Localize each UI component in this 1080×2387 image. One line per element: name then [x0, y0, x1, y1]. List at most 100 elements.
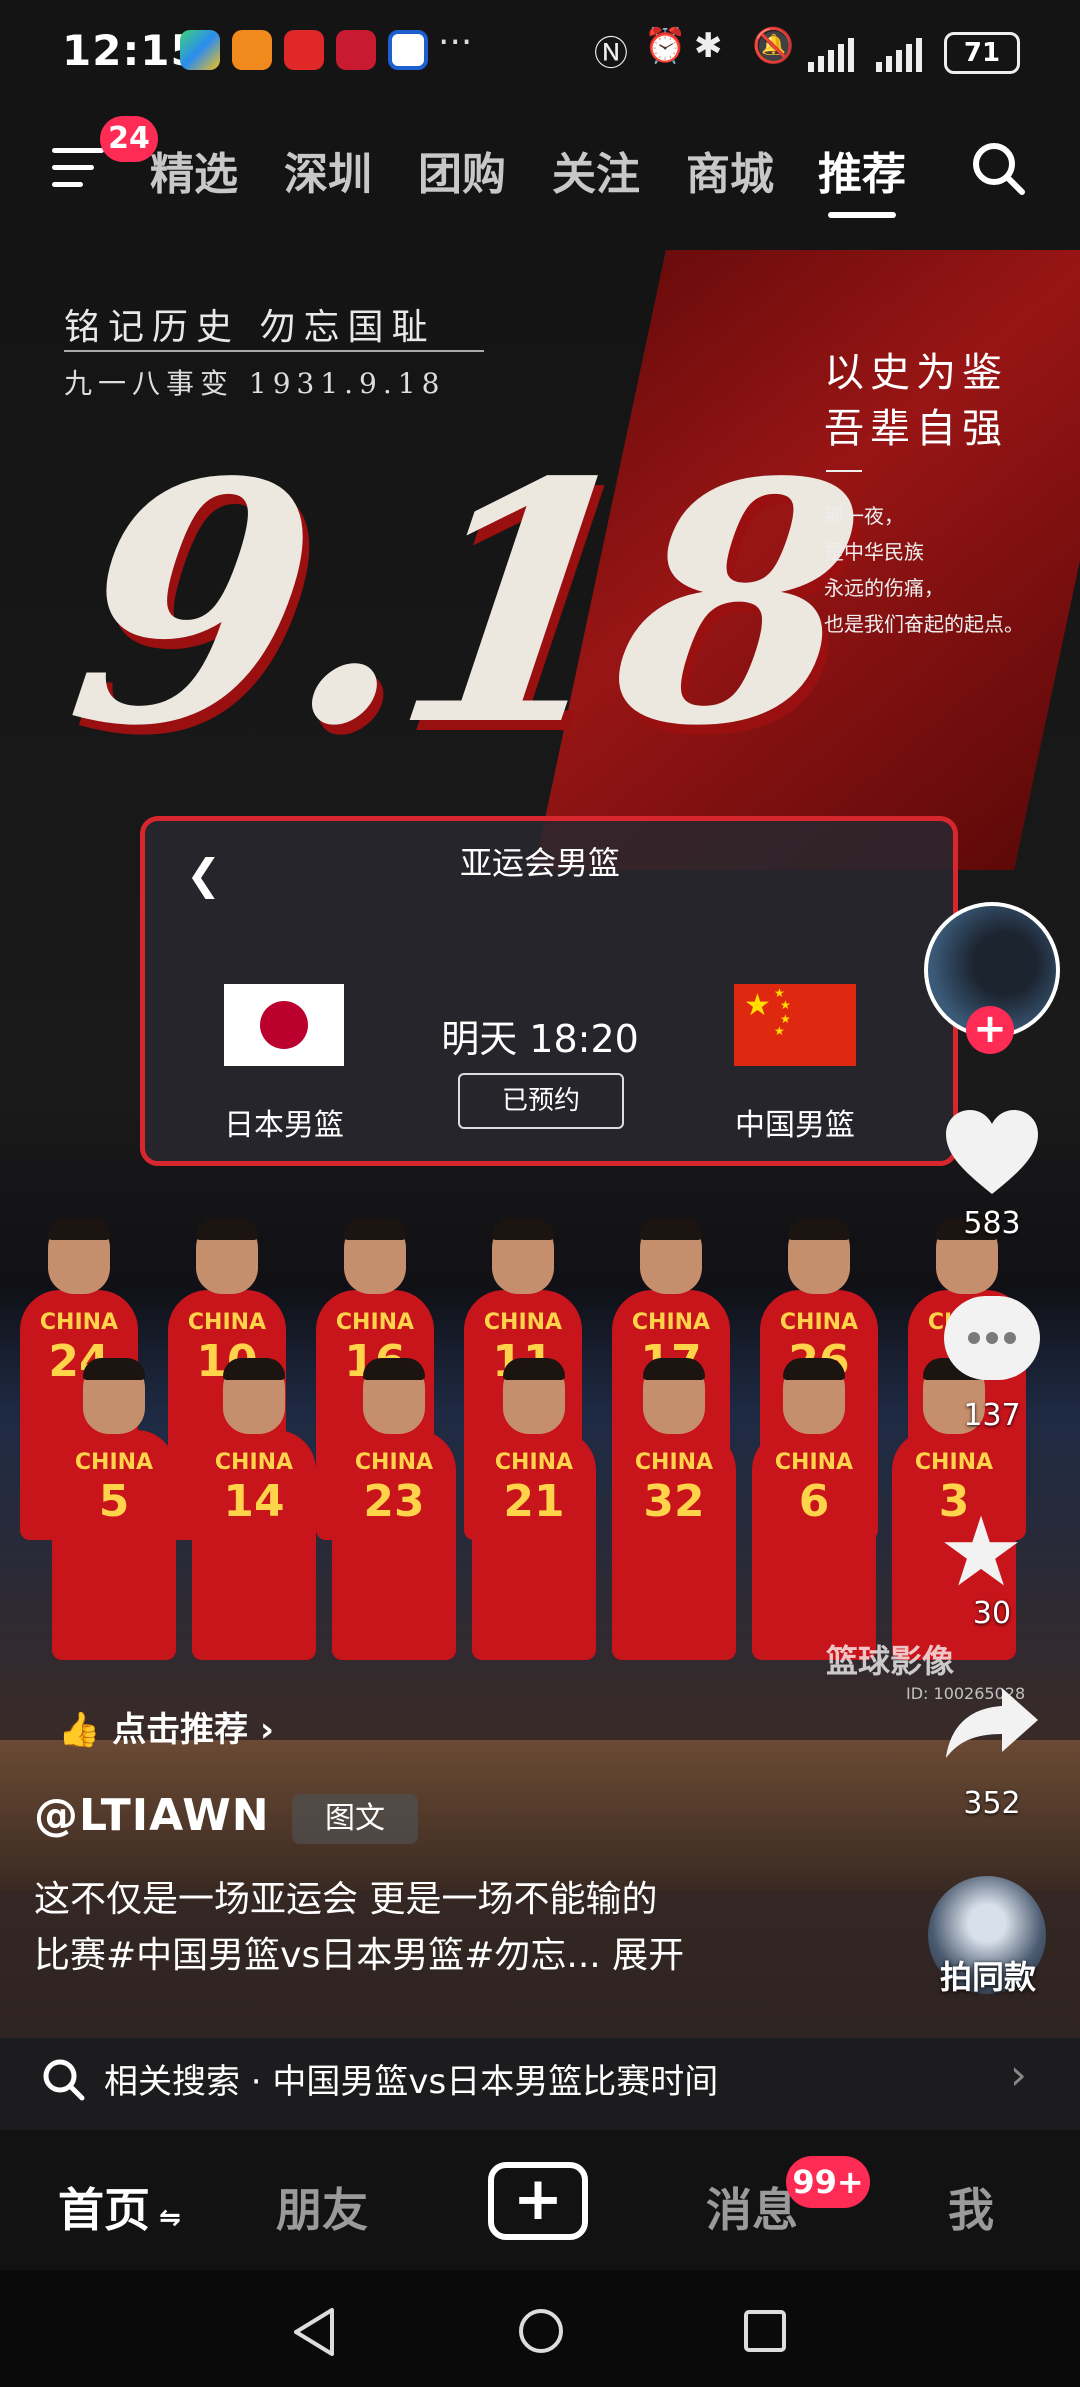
same-style-button[interactable]: 拍同款 [908, 1952, 1068, 1998]
player-head [48, 1218, 110, 1294]
poster-right-title: 吾辈自强 [824, 406, 1008, 452]
player-jersey: CHINA 6 [752, 1358, 876, 1660]
mute-icon: 🔕 [752, 26, 795, 66]
thumbs-up-icon: 👍 [58, 1710, 101, 1750]
poster-date-graphic: 9.18 [52, 410, 871, 798]
nfc-icon: Ⓝ [594, 34, 628, 74]
signal-icon [874, 38, 930, 76]
match-time: 明天 18:20 [441, 1017, 639, 1061]
player-jersey: CHINA 5 [52, 1358, 176, 1660]
signal-icon [806, 38, 862, 76]
menu-icon[interactable] [52, 148, 104, 192]
jersey-text: CHINA [335, 1310, 415, 1335]
share-count: 352 [963, 1786, 1021, 1821]
follow-plus-icon[interactable]: + [966, 1006, 1014, 1054]
jersey-number: 23 [363, 1476, 425, 1527]
post-type-badge: 图文 [292, 1794, 418, 1844]
caption-line[interactable]: 比赛#中国男篮vs日本男篮#勿忘... 展开 [34, 1928, 864, 1984]
jersey-text: CHINA [494, 1450, 574, 1475]
jersey-number: 32 [643, 1476, 705, 1527]
tab-featured[interactable]: 精选 [150, 138, 238, 202]
comment-count: 137 [963, 1398, 1021, 1433]
player-head [640, 1218, 702, 1294]
nav-home[interactable]: 首页 ⇋ [58, 2174, 181, 2240]
create-plus-button[interactable]: + [488, 2162, 588, 2240]
app-notification-icon [180, 30, 220, 70]
messages-badge: 99+ [786, 2156, 870, 2208]
tab-recommended[interactable]: 推荐 [818, 138, 906, 202]
booked-button[interactable]: 已预约 [458, 1073, 624, 1129]
favorite-count: 30 [972, 1596, 1012, 1631]
app-notification-icon [232, 30, 272, 70]
player-head [363, 1358, 425, 1434]
left-team-name: 日本男篮 [224, 1108, 344, 1143]
tab-mall[interactable]: 商城 [686, 138, 774, 202]
player-jersey: CHINA 23 [332, 1358, 456, 1660]
more-notifications-icon: ··· [438, 22, 473, 63]
jersey-text: CHINA [634, 1450, 714, 1475]
tab-shenzhen[interactable]: 深圳 [284, 138, 372, 202]
poster-right-divider [826, 470, 862, 472]
tab-following[interactable]: 关注 [552, 138, 640, 202]
favorite-star-icon[interactable]: ★ [938, 1496, 1024, 1608]
chevron-right-icon: › [260, 1710, 275, 1750]
player-head [83, 1358, 145, 1434]
jersey-text: CHINA [483, 1310, 563, 1335]
app-notification-icon [336, 30, 376, 70]
jersey-number: 5 [98, 1476, 130, 1527]
like-heart-icon[interactable] [942, 1108, 1042, 1198]
related-search-text: 相关搜索 · 中国男篮vs日本男篮比赛时间 [104, 2062, 719, 2102]
back-triangle-icon[interactable] [290, 2306, 338, 2362]
jersey-text: CHINA [74, 1450, 154, 1475]
nav-messages[interactable]: 消息 [706, 2174, 798, 2240]
poster-divider [64, 350, 484, 352]
poster-right-title: 以史为鉴 [824, 350, 1008, 396]
right-team-name: 中国男篮 [735, 1108, 855, 1143]
active-tab-indicator [828, 212, 896, 218]
jersey-text: CHINA [214, 1450, 294, 1475]
player-jersey: CHINA 32 [612, 1358, 736, 1660]
poster-right-line: 也是我们奋起的起点。 [824, 612, 1024, 636]
player-head [783, 1358, 845, 1434]
recommend-button[interactable]: 👍 点击推荐 › [58, 1702, 274, 1751]
player-head [223, 1358, 285, 1434]
home-circle-icon[interactable] [516, 2306, 566, 2360]
poster-headline: 铭记历史 勿忘国耻 [64, 307, 436, 348]
plus-icon: + [512, 2164, 564, 2234]
player-head [503, 1358, 565, 1434]
player-jersey: CHINA 14 [192, 1358, 316, 1660]
tab-group-buy[interactable]: 团购 [418, 138, 506, 202]
player-head [492, 1218, 554, 1294]
match-card-title: 亚运会男篮 [459, 844, 620, 882]
chevron-right-icon: › [1010, 2050, 1027, 2099]
nav-me[interactable]: 我 [948, 2174, 994, 2240]
share-arrow-icon[interactable] [944, 1684, 1040, 1760]
search-icon [42, 2058, 86, 2106]
player-head [643, 1358, 705, 1434]
author-name[interactable]: @LTIAWN [34, 1790, 270, 1841]
like-count: 583 [963, 1206, 1021, 1241]
nav-friends[interactable]: 朋友 [276, 2174, 368, 2240]
caption-line[interactable]: 这不仅是一场亚运会 更是一场不能输的 [34, 1872, 864, 1928]
recents-square-icon[interactable] [742, 2308, 788, 2358]
poster-subline: 九一八事变 1931.9.18 [64, 367, 446, 400]
bluetooth-icon: ✱ [694, 26, 723, 66]
battery-icon: 71 [944, 32, 1020, 74]
swap-icon: ⇋ [150, 2203, 181, 2233]
jersey-text: CHINA [774, 1450, 854, 1475]
recommend-label: 点击推荐 [112, 1710, 249, 1750]
app-notification-icon [284, 30, 324, 70]
jersey-text: CHINA [631, 1310, 711, 1335]
poster-right-line: 是中华民族 [824, 540, 924, 564]
jersey-text: CHINA [914, 1450, 994, 1475]
player-jersey: CHINA 21 [472, 1358, 596, 1660]
player-head [196, 1218, 258, 1294]
jersey-number: 21 [503, 1476, 565, 1527]
jersey-text: CHINA [779, 1310, 859, 1335]
comment-icon[interactable] [944, 1296, 1040, 1380]
jersey-text: CHINA [354, 1450, 434, 1475]
watermark: 篮球影像 [826, 1642, 955, 1680]
app-notification-icon [388, 30, 428, 70]
player-head [788, 1218, 850, 1294]
search-icon[interactable] [970, 140, 1026, 196]
